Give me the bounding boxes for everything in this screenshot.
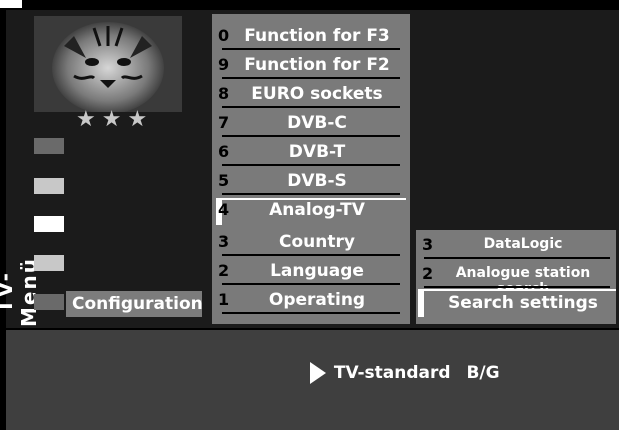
tiger-image-thumbnail: [34, 16, 182, 112]
menu-item-operating[interactable]: 1 Operating: [216, 288, 406, 315]
level-indicator-2: [34, 178, 64, 194]
level-indicator-1: [34, 138, 64, 154]
menu-item-analog-tv[interactable]: 4 Analog-TV: [216, 198, 406, 225]
play-arrow-icon: [310, 362, 326, 384]
level-indicator-4: [34, 255, 64, 271]
menu-item-label: Country: [279, 232, 355, 252]
status-label: TV-standard: [333, 363, 451, 383]
submenu-item-datalogic[interactable]: 3 DataLogic: [418, 232, 616, 260]
divider: [424, 286, 610, 288]
menu-item-function-f3[interactable]: 0 Function for F3: [216, 24, 406, 51]
menu-item-label: Operating: [268, 290, 366, 310]
menu-item-euro-sockets[interactable]: 8 EURO sockets: [216, 82, 406, 109]
divider: [222, 106, 400, 108]
divider: [222, 254, 400, 256]
menu-item-label: Language: [270, 261, 364, 281]
tv-menu-title-text: TV-Menü: [0, 257, 41, 327]
tv-menu-title: TV-Menü: [0, 228, 41, 338]
menu-item-label: Function for F3: [244, 26, 390, 46]
menu-item-number: 5: [218, 171, 230, 190]
menu-item-dvb-c[interactable]: 7 DVB-C: [216, 111, 406, 138]
divider: [424, 257, 610, 259]
menu-item-label: DVB-S: [287, 171, 347, 191]
submenu-item-label: Search settings: [448, 293, 598, 313]
submenu-item-search-settings[interactable]: Search settings: [418, 289, 616, 317]
submenu-item-analogue-station-search[interactable]: 2 Analogue station search: [418, 261, 616, 297]
level-indicator-5: [34, 294, 64, 310]
tiger-icon: [34, 16, 182, 112]
status-value: B/G: [466, 363, 500, 383]
menu-item-label: Analog-TV: [269, 200, 365, 220]
divider: [222, 77, 400, 79]
level-indicator-3: [34, 216, 64, 232]
divider: [222, 135, 400, 137]
divider: [222, 164, 400, 166]
tv-standard-status: TV-standard B/G: [310, 362, 500, 384]
screen-corner: [0, 0, 22, 8]
menu-item-function-f2[interactable]: 9 Function for F2: [216, 53, 406, 80]
menu-item-number: 2: [218, 261, 230, 280]
divider: [222, 193, 400, 195]
menu-item-number: 6: [218, 142, 230, 161]
divider: [222, 312, 400, 314]
divider: [222, 48, 400, 50]
menu-item-label: DVB-T: [288, 142, 346, 162]
menu-item-label: Function for F2: [244, 55, 390, 75]
submenu-item-label: DataLogic: [483, 236, 563, 252]
breadcrumb-configuration: Configuration: [66, 291, 203, 317]
menu-item-language[interactable]: 2 Language: [216, 259, 406, 286]
rating-stars: ★★★: [76, 107, 154, 132]
menu-item-dvb-s[interactable]: 5 DVB-S: [216, 169, 406, 196]
menu-item-number: 8: [218, 84, 230, 103]
menu-item-label: EURO sockets: [251, 84, 383, 104]
menu-item-country[interactable]: 3 Country: [216, 230, 406, 257]
menu-item-number: 3: [218, 232, 230, 251]
divider: [222, 283, 400, 285]
menu-item-number: 1: [218, 290, 230, 309]
menu-item-number: 9: [218, 55, 230, 74]
menu-item-number: 7: [218, 113, 230, 132]
menu-item-number: 4: [218, 200, 230, 219]
menu-item-label: DVB-C: [287, 113, 347, 133]
menu-item-dvb-t[interactable]: 6 DVB-T: [216, 140, 406, 167]
menu-item-number: 0: [218, 26, 230, 45]
